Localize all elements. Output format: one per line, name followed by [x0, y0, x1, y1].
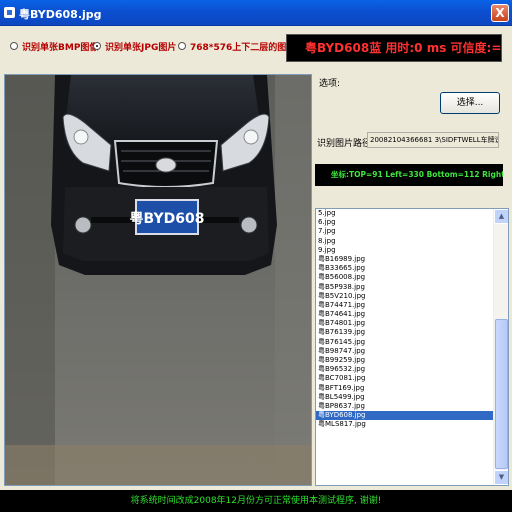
list-item[interactable]: 5.jpg — [316, 209, 494, 218]
list-item[interactable]: 粤BL5499.jpg — [316, 393, 494, 402]
mode-radio-768[interactable]: 768*576上下二层的图片 — [178, 34, 295, 58]
radio-bmp-label: 识别单张BMP图像 — [22, 42, 99, 53]
list-item[interactable]: 粤B5P938.jpg — [316, 283, 494, 292]
radio-768-indicator[interactable] — [178, 42, 186, 50]
recognition-result: 粤BYD608蓝 用时:0 ms 可信度:=0 — [286, 34, 502, 62]
list-item[interactable]: 6.jpg — [316, 218, 494, 227]
scroll-up-icon[interactable]: ▲ — [494, 209, 508, 224]
app-icon — [4, 7, 15, 18]
car-photo: 粤BYD608 — [5, 75, 311, 485]
list-item[interactable]: 粤B99259.jpg — [316, 356, 494, 365]
status-bar: 将系统时间改成2008年12月份方可正常使用本测试程序, 谢谢! — [0, 490, 512, 512]
list-item[interactable]: 粤B76145.jpg — [316, 338, 494, 347]
car-image: 粤BYD608 — [4, 74, 312, 486]
path-field[interactable]: 20082104366681 3\SIDFTWELL车牌识别系统\ — [367, 132, 499, 148]
list-item[interactable]: 粤BP8637.jpg — [316, 402, 494, 411]
file-list-scrollbar[interactable]: ▲ ▼ — [493, 209, 508, 485]
list-item[interactable]: 粤B74641.jpg — [316, 310, 494, 319]
radio-768-label: 768*576上下二层的图片 — [190, 42, 296, 53]
list-item[interactable]: 粤B33665.jpg — [316, 264, 494, 273]
list-item[interactable]: 粤B76139.jpg — [316, 328, 494, 337]
list-item[interactable]: 粤B56008.jpg — [316, 273, 494, 282]
list-item[interactable]: 粤BC7081.jpg — [316, 374, 494, 383]
scroll-thumb[interactable] — [495, 319, 508, 469]
list-item[interactable]: 8.jpg — [316, 237, 494, 246]
title-bar: 粤BYD608.jpg X — [0, 0, 512, 26]
radio-bmp-indicator[interactable] — [10, 42, 18, 50]
license-plate-text: 粤BYD608 — [130, 210, 205, 227]
list-item[interactable]: 粤B74471.jpg — [316, 301, 494, 310]
list-item[interactable]: 粤MLS817.jpg — [316, 420, 494, 429]
list-item[interactable]: 7.jpg — [316, 227, 494, 236]
list-item[interactable]: 粤B16989.jpg — [316, 255, 494, 264]
list-item[interactable]: 粤BFT169.jpg — [316, 384, 494, 393]
radio-jpg-label: 识别单张JPG图片 — [105, 42, 177, 53]
list-item[interactable]: 粤B98747.jpg — [316, 347, 494, 356]
list-item[interactable]: 粤B96532.jpg — [316, 365, 494, 374]
options-panel: 选项: 选择... 识别图片路径 20082104366681 3\SIDFTW… — [315, 74, 509, 198]
mode-radio-bmp[interactable]: 识别单张BMP图像 — [10, 34, 98, 58]
path-label: 识别图片路径 — [317, 139, 372, 149]
list-item[interactable]: 粤B5V210.jpg — [316, 292, 494, 301]
choose-button[interactable]: 选择... — [440, 92, 500, 114]
plate-coordinates: 坐标:TOP=91 Left=330 Bottom=112 Right=483 — [315, 164, 503, 186]
options-label: 选项: — [319, 79, 341, 89]
close-button[interactable]: X — [491, 4, 509, 22]
mode-radio-jpg[interactable]: 识别单张JPG图片 — [93, 34, 176, 58]
list-item[interactable]: 9.jpg — [316, 246, 494, 255]
radio-jpg-indicator[interactable] — [93, 42, 101, 50]
list-item[interactable]: 粤BYD608.jpg — [316, 411, 494, 421]
window-title: 粤BYD608.jpg — [19, 8, 102, 21]
file-list[interactable]: 5.jpg 6.jpg 7.jpg 8.jpg 9.jpg 粤B16989.jpg 粤B33… — [315, 208, 509, 486]
file-list-items: 5.jpg 6.jpg 7.jpg 8.jpg 9.jpg 粤B16989.jpg 粤B33… — [316, 209, 494, 430]
scroll-down-icon[interactable]: ▼ — [494, 470, 508, 485]
